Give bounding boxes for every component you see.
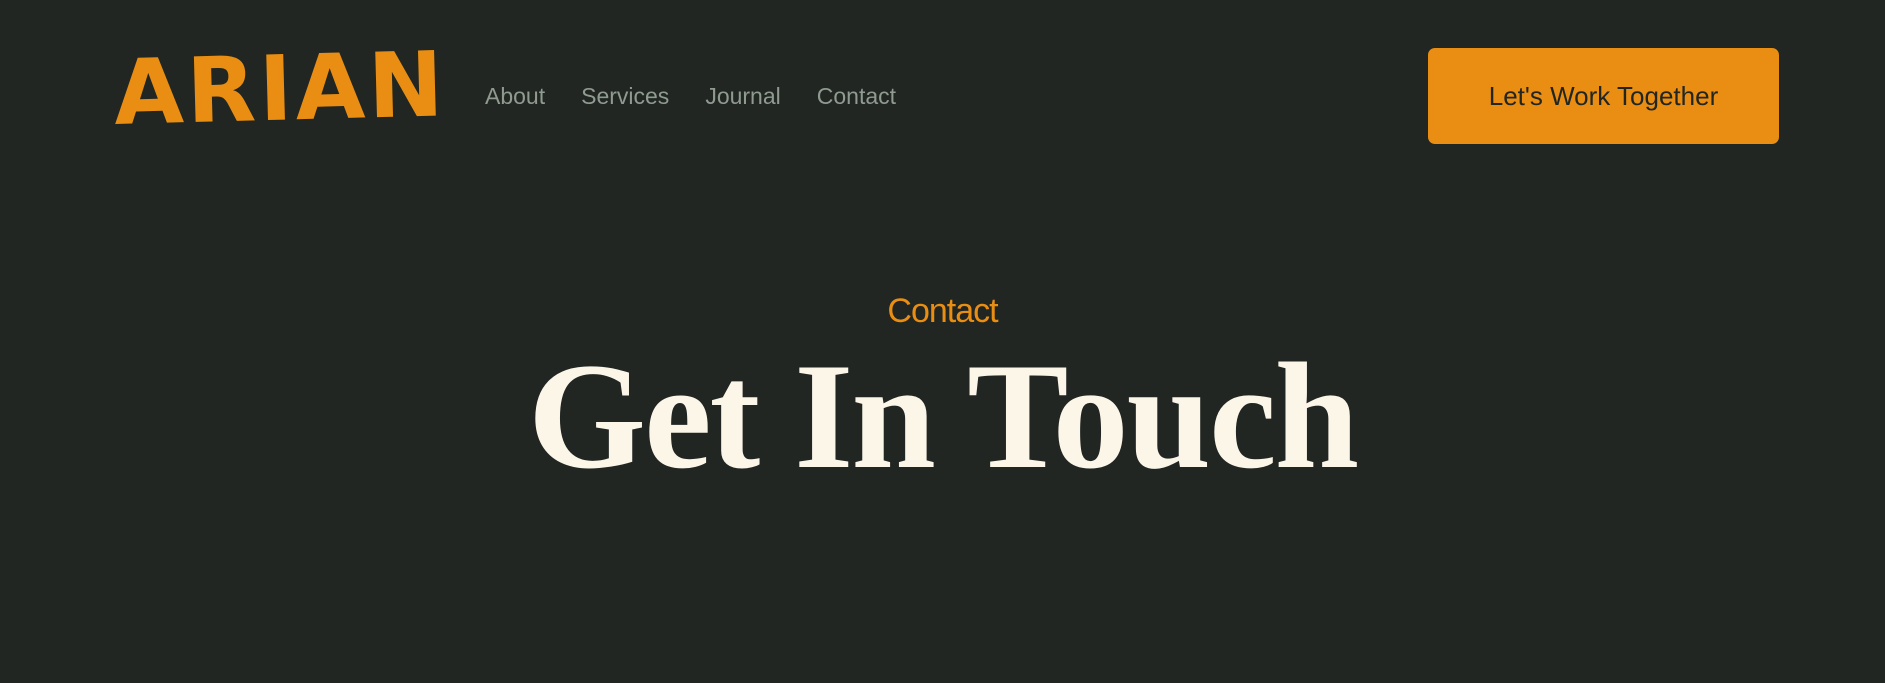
nav-link-about[interactable]: About bbox=[485, 80, 545, 112]
site-header: ARIAN About Services Journal Contact Let… bbox=[0, 0, 1885, 192]
nav-link-services[interactable]: Services bbox=[581, 80, 669, 112]
work-together-button[interactable]: Let's Work Together bbox=[1428, 48, 1779, 144]
page: ARIAN About Services Journal Contact Let… bbox=[0, 0, 1885, 683]
section-eyebrow: Contact bbox=[887, 292, 998, 330]
main-nav: About Services Journal Contact bbox=[485, 80, 896, 112]
site-logo[interactable]: ARIAN bbox=[113, 32, 448, 146]
nav-link-journal[interactable]: Journal bbox=[705, 80, 780, 112]
page-title: Get In Touch bbox=[527, 332, 1359, 500]
hero-section: Contact Get In Touch bbox=[0, 290, 1885, 496]
nav-link-contact[interactable]: Contact bbox=[817, 80, 896, 112]
